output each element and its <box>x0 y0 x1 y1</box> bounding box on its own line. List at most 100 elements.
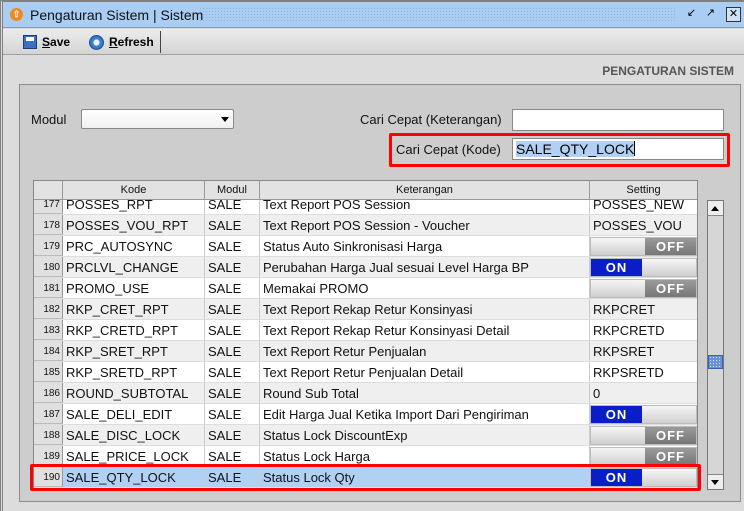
floppy-disk-icon <box>23 35 37 49</box>
table-row[interactable]: 187 SALE_DELI_EDIT SALE Edit Harga Jual Ket… <box>34 404 697 425</box>
cell-setting[interactable]: 0 <box>590 383 697 403</box>
cell-kode: PRC_AUTOSYNC <box>63 236 205 256</box>
column-header-keterangan[interactable]: Keterangan <box>260 181 590 199</box>
row-number: 184 <box>34 341 63 361</box>
cell-setting[interactable]: ON <box>590 467 697 487</box>
row-number: 190 <box>34 467 63 487</box>
cell-keterangan: Status Auto Sinkronisasi Harga <box>260 236 590 256</box>
save-button[interactable]: Save <box>23 33 70 51</box>
arrow-up-icon <box>711 206 719 211</box>
toolbar: Save Refresh <box>3 29 744 55</box>
text-caret <box>634 141 636 156</box>
cell-modul: SALE <box>205 362 260 382</box>
cell-modul: SALE <box>205 257 260 277</box>
app-window: ⇧ Pengaturan Sistem | Sistem ↙ ↗ ✕ Save … <box>0 0 744 511</box>
modul-label: Modul <box>31 112 67 127</box>
setting-toggle[interactable]: OFF <box>590 447 697 466</box>
scroll-thumb[interactable] <box>708 355 723 369</box>
cell-kode: PROMO_USE <box>63 278 205 298</box>
cell-modul: SALE <box>205 299 260 319</box>
table-row[interactable]: 178 POSSES_VOU_RPT SALE Text Report POS Ses… <box>34 215 697 236</box>
cell-setting[interactable]: ON <box>590 404 697 424</box>
table-row[interactable]: 184 RKP_SRET_RPT SALE Text Report Retur Pen… <box>34 341 697 362</box>
modul-select[interactable] <box>81 109 234 129</box>
refresh-mnemonic: R <box>109 35 118 49</box>
cell-modul: SALE <box>205 341 260 361</box>
column-header-kode[interactable]: Kode <box>63 181 205 199</box>
app-icon: ⇧ <box>10 8 23 21</box>
column-header-modul[interactable]: Modul <box>205 181 260 199</box>
table-row[interactable]: 181 PROMO_USE SALE Memakai PROMO OFF <box>34 278 697 299</box>
table-row[interactable]: 189 SALE_PRICE_LOCK SALE Status Lock Harga O… <box>34 446 697 467</box>
cari-kode-input[interactable]: SALE_QTY_LOCK <box>512 138 724 160</box>
title-bar-pattern <box>199 7 675 23</box>
cell-setting[interactable]: RKPCRET <box>590 299 697 319</box>
table-row[interactable]: 182 RKP_CRET_RPT SALE Text Report Rekap Ret… <box>34 299 697 320</box>
table-row[interactable]: 190 SALE_QTY_LOCK SALE Status Lock Qty ON <box>34 467 697 488</box>
window-title: Pengaturan Sistem | Sistem <box>30 7 204 23</box>
cell-modul: SALE <box>205 383 260 403</box>
cell-modul: SALE <box>205 215 260 235</box>
table-body: 177 POSSES_RPT SALE Text Report POS Session… <box>34 194 697 488</box>
cell-kode: RKP_SRETD_RPT <box>63 362 205 382</box>
cell-keterangan: Edit Harga Jual Ketika Import Dari Pengi… <box>260 404 590 424</box>
toggle-state-label: ON <box>591 259 642 276</box>
cell-setting[interactable]: OFF <box>590 446 697 466</box>
cell-setting[interactable]: ON <box>590 257 697 277</box>
maximize-icon[interactable]: ↗ <box>703 7 718 22</box>
cell-kode: RKP_SRET_RPT <box>63 341 205 361</box>
cell-keterangan: Text Report POS Session - Voucher <box>260 215 590 235</box>
cell-modul: SALE <box>205 446 260 466</box>
cell-setting[interactable]: OFF <box>590 278 697 298</box>
cell-kode: PRCLVL_CHANGE <box>63 257 205 277</box>
table-row[interactable]: 186 ROUND_SUBTOTAL SALE Round Sub Total 0 <box>34 383 697 404</box>
row-number: 187 <box>34 404 63 424</box>
vertical-scrollbar[interactable] <box>707 200 724 490</box>
cell-kode: SALE_PRICE_LOCK <box>63 446 205 466</box>
refresh-button[interactable]: Refresh <box>89 33 154 51</box>
cell-modul: SALE <box>205 320 260 340</box>
setting-toggle[interactable]: OFF <box>590 426 697 445</box>
cell-kode: ROUND_SUBTOTAL <box>63 383 205 403</box>
table-row[interactable]: 179 PRC_AUTOSYNC SALE Status Auto Sinkronis… <box>34 236 697 257</box>
minimize-icon[interactable]: ↙ <box>684 7 699 22</box>
cell-keterangan: Perubahan Harga Jual sesuai Level Harga … <box>260 257 590 277</box>
setting-toggle[interactable]: ON <box>590 258 697 277</box>
cell-keterangan: Text Report Retur Penjualan Detail <box>260 362 590 382</box>
cari-keterangan-label: Cari Cepat (Keterangan) <box>360 112 502 127</box>
scroll-down-button[interactable] <box>708 474 723 489</box>
setting-toggle[interactable]: ON <box>590 405 697 424</box>
close-icon[interactable]: ✕ <box>726 7 741 22</box>
cell-keterangan: Text Report Rekap Retur Konsinyasi Detai… <box>260 320 590 340</box>
cell-setting[interactable]: RKPSRET <box>590 341 697 361</box>
setting-toggle[interactable]: OFF <box>590 237 697 256</box>
cell-keterangan: Status Lock DiscountExp <box>260 425 590 445</box>
cari-keterangan-input[interactable] <box>512 109 724 131</box>
cell-kode: SALE_DELI_EDIT <box>63 404 205 424</box>
table-row[interactable]: 180 PRCLVL_CHANGE SALE Perubahan Harga Jual… <box>34 257 697 278</box>
row-number: 181 <box>34 278 63 298</box>
cell-kode: SALE_DISC_LOCK <box>63 425 205 445</box>
scroll-up-button[interactable] <box>708 201 723 216</box>
cell-setting[interactable]: RKPCRETD <box>590 320 697 340</box>
table-row[interactable]: 183 RKP_CRETD_RPT SALE Text Report Rekap Re… <box>34 320 697 341</box>
title-bar[interactable]: ⇧ Pengaturan Sistem | Sistem ↙ ↗ ✕ <box>3 2 744 28</box>
row-number: 182 <box>34 299 63 319</box>
row-number: 186 <box>34 383 63 403</box>
setting-toggle[interactable]: OFF <box>590 279 697 298</box>
cell-setting[interactable]: OFF <box>590 425 697 445</box>
cell-setting[interactable]: RKPSRETD <box>590 362 697 382</box>
cell-setting[interactable]: OFF <box>590 236 697 256</box>
arrow-down-icon <box>711 480 719 485</box>
toggle-state-label: OFF <box>645 427 696 444</box>
column-header-setting[interactable]: Setting <box>590 181 697 199</box>
table-row[interactable]: 188 SALE_DISC_LOCK SALE Status Lock Discoun… <box>34 425 697 446</box>
setting-toggle[interactable]: ON <box>590 468 697 487</box>
table-row[interactable]: 185 RKP_SRETD_RPT SALE Text Report Retur Pe… <box>34 362 697 383</box>
cell-setting[interactable]: POSSES_VOU <box>590 215 697 235</box>
toggle-state-label: OFF <box>645 448 696 465</box>
cell-modul: SALE <box>205 425 260 445</box>
cell-kode: POSSES_VOU_RPT <box>63 215 205 235</box>
row-number: 185 <box>34 362 63 382</box>
refresh-icon <box>89 34 104 50</box>
